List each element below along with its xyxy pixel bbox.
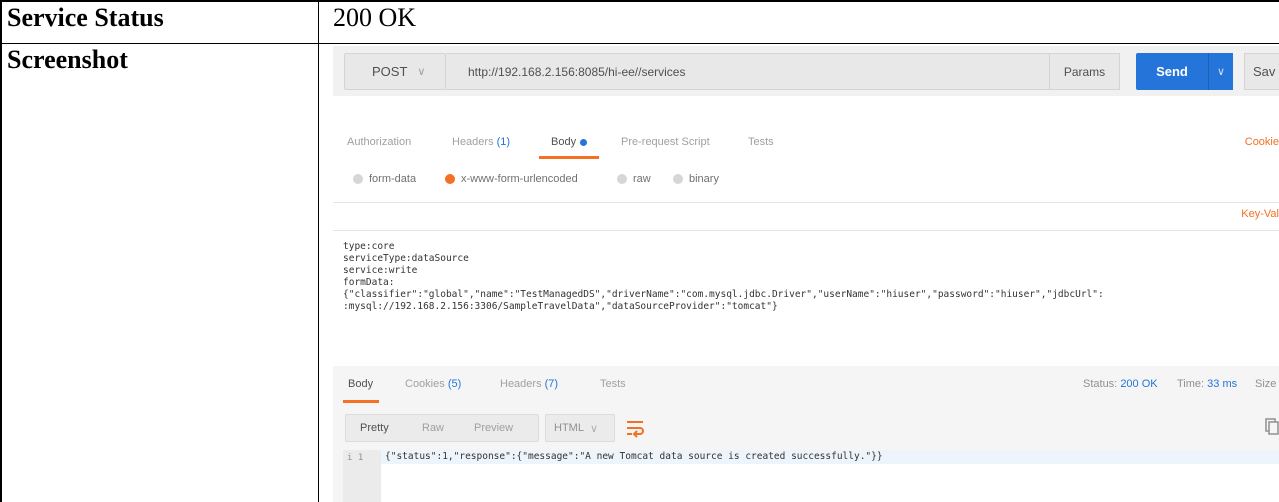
format-preview-button[interactable]: Preview: [474, 422, 513, 434]
line-number: 1: [357, 453, 364, 463]
info-icon: i: [347, 453, 353, 463]
send-dropdown-button[interactable]: ∨: [1208, 53, 1233, 90]
request-bar: POST ∨ http://192.168.2.156:8085/hi-ee//…: [333, 46, 1279, 96]
tab-tests[interactable]: Tests: [748, 136, 774, 148]
response-tab-cookies-count: (5): [447, 378, 462, 390]
radio-binary-label: binary: [689, 173, 719, 185]
language-select[interactable]: HTML ∨: [545, 414, 615, 442]
chevron-down-icon: ∨: [1216, 66, 1226, 78]
chevron-down-icon: ∨: [589, 422, 599, 435]
radio-circle-icon: [617, 174, 627, 184]
chevron-down-icon: ∨: [417, 66, 426, 78]
send-button[interactable]: Send: [1136, 53, 1208, 90]
status-value: 200 OK: [1120, 378, 1158, 390]
tab-prerequest-script[interactable]: Pre-request Script: [621, 136, 710, 148]
radio-x-www-form-urlencoded[interactable]: x-www-form-urlencoded: [445, 173, 578, 185]
row-label-screenshot: Screenshot: [7, 45, 128, 74]
format-pretty-button[interactable]: Pretty: [360, 422, 389, 434]
copy-icon[interactable]: [1265, 418, 1279, 436]
tab-headers-label: Headers: [452, 136, 494, 148]
time-label: Time:: [1177, 378, 1205, 390]
language-label: HTML: [554, 422, 584, 434]
save-button[interactable]: Sav: [1244, 53, 1279, 90]
wrap-lines-icon[interactable]: [624, 416, 646, 440]
radio-selected-icon: [445, 174, 455, 184]
active-tab-indicator: [539, 156, 599, 159]
tab-body[interactable]: Body: [551, 136, 588, 148]
response-tab-headers-label: Headers: [500, 378, 542, 390]
active-tab-indicator: [343, 400, 379, 403]
format-raw-button[interactable]: Raw: [422, 422, 444, 434]
response-tab-headers[interactable]: Headers (7): [500, 378, 558, 390]
postman-screenshot: POST ∨ http://192.168.2.156:8085/hi-ee//…: [333, 46, 1279, 502]
row-value-service-status: 200 OK: [333, 3, 417, 32]
url-input[interactable]: http://192.168.2.156:8085/hi-ee//service…: [446, 53, 1106, 90]
response-code: {"status":1,"response":{"message":"A new…: [385, 451, 883, 462]
tab-body-label: Body: [551, 136, 577, 148]
radio-circle-icon: [673, 174, 683, 184]
radio-circle-icon: [353, 174, 363, 184]
table-column-divider: [318, 0, 319, 502]
method-label: POST: [372, 64, 408, 79]
radio-urlencoded-label: x-www-form-urlencoded: [461, 173, 578, 185]
key-value-edit-toggle[interactable]: Key-Val: [1241, 208, 1279, 220]
params-button[interactable]: Params: [1049, 53, 1120, 90]
response-status: Status: 200 OK: [1083, 378, 1158, 390]
modified-dot-icon: [580, 138, 588, 146]
bulk-edit-textarea[interactable]: type:core serviceType:dataSource service…: [343, 241, 1104, 313]
response-tab-body[interactable]: Body: [348, 378, 373, 390]
response-tab-cookies[interactable]: Cookies (5): [405, 378, 461, 390]
radio-raw-label: raw: [633, 173, 651, 185]
table-row-divider: [0, 43, 1279, 44]
response-time: Time: 33 ms: [1177, 378, 1237, 390]
radio-form-data-label: form-data: [369, 173, 417, 185]
radio-form-data[interactable]: form-data: [353, 173, 416, 185]
response-tab-headers-count: (7): [544, 378, 559, 390]
format-button-group: Pretty Raw Preview: [345, 414, 539, 442]
tab-headers[interactable]: Headers (1): [452, 136, 510, 148]
response-editor[interactable]: i 1 {"status":1,"response":{"message":"A…: [343, 450, 1279, 502]
table-border-left: [0, 0, 2, 502]
method-select[interactable]: POST ∨: [344, 53, 446, 90]
cookies-link[interactable]: Cookie: [1245, 136, 1279, 148]
time-value: 33 ms: [1207, 378, 1238, 390]
request-tabs: Authorization Headers (1) Body Pre-reque…: [333, 126, 1279, 162]
body-mode-radios: form-data x-www-form-urlencoded raw bina…: [333, 168, 1279, 194]
table-border-top: [0, 0, 1279, 2]
line-number-gutter: i 1: [347, 453, 363, 463]
radio-raw[interactable]: raw: [617, 173, 651, 185]
radio-binary[interactable]: binary: [673, 173, 719, 185]
tab-authorization[interactable]: Authorization: [347, 136, 411, 148]
response-size: Size: [1255, 378, 1277, 390]
row-label-service-status: Service Status: [7, 3, 164, 32]
response-tab-tests[interactable]: Tests: [600, 378, 626, 390]
status-label: Status:: [1083, 378, 1118, 390]
line-gutter: i 1: [343, 450, 381, 502]
divider: [333, 202, 1279, 203]
divider: [333, 230, 1279, 231]
response-tab-cookies-label: Cookies: [405, 378, 445, 390]
tab-headers-count: (1): [496, 136, 511, 148]
response-panel: Body Cookies (5) Headers (7) Tests Statu…: [333, 366, 1279, 502]
